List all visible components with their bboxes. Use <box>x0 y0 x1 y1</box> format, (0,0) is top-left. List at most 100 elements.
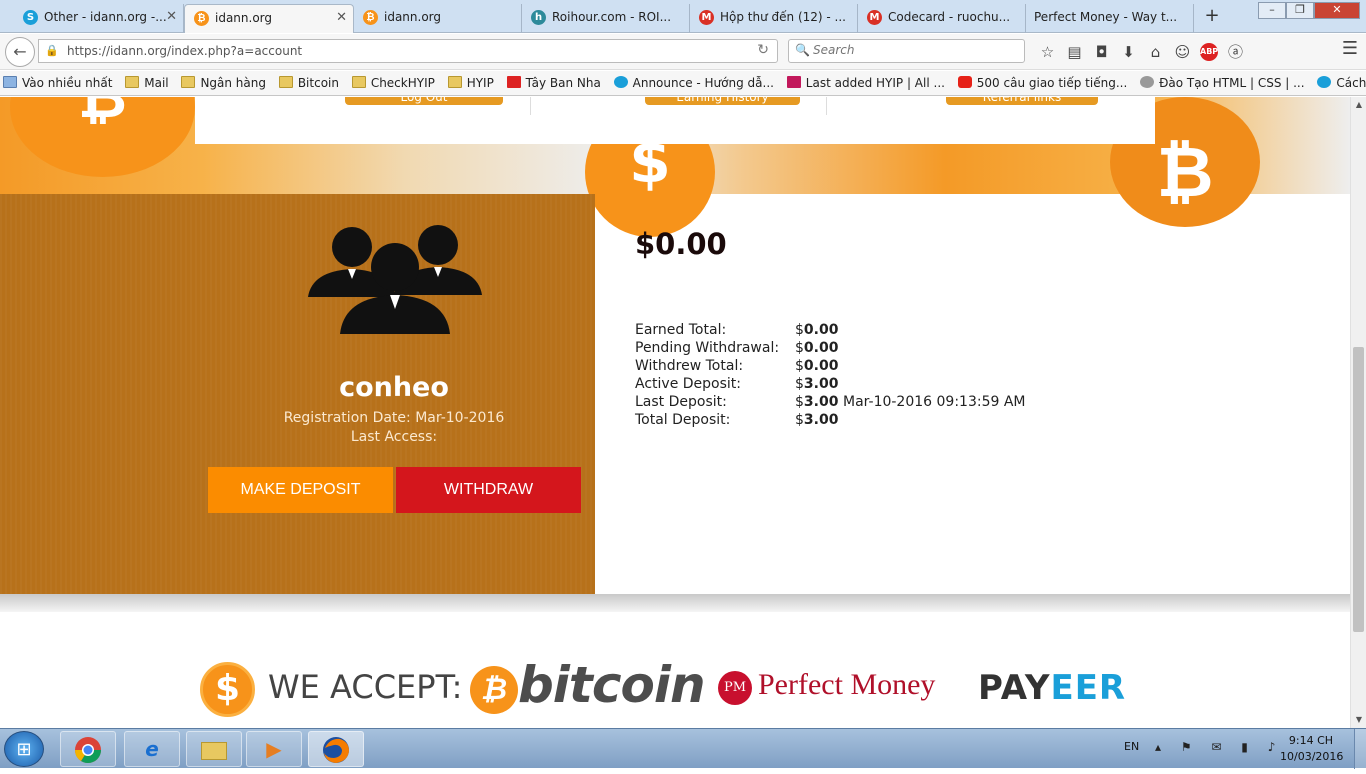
show-desktop-button[interactable] <box>1354 729 1366 769</box>
tab-other-idann[interactable]: S Other - idann.org -... ✕ <box>14 4 184 33</box>
minimize-button[interactable]: – <box>1258 2 1286 19</box>
stat-amount: 0.00 <box>803 358 839 374</box>
bookmark-dao-tao-html[interactable]: Đào Tạo HTML | CSS | ... <box>1137 71 1305 95</box>
tray-icons[interactable]: ▴ ⚑ ✉ ▮ ♪ <box>1155 740 1283 754</box>
extension-icon[interactable]: ⓐ <box>1222 39 1249 65</box>
logout-button[interactable]: Log Out <box>345 97 503 105</box>
search-icon: 🔍 <box>795 43 810 57</box>
new-tab-button[interactable]: + <box>1200 4 1224 30</box>
stat-label: Withdrew Total: <box>635 358 744 374</box>
language-indicator[interactable]: EN <box>1124 740 1139 753</box>
stat-value: $0.00 <box>795 339 838 357</box>
make-deposit-button[interactable]: MAKE DEPOSIT <box>208 467 393 513</box>
stat-value: $3.00 <box>795 375 838 393</box>
withdraw-button[interactable]: WITHDRAW <box>396 467 581 513</box>
home-icon[interactable]: ⌂ <box>1142 39 1169 65</box>
bitcoin-favicon-icon: ₿ <box>363 10 378 25</box>
scroll-down-icon[interactable]: ▼ <box>1351 712 1366 728</box>
start-button[interactable]: ⊞ <box>4 731 44 767</box>
stat-row-active-deposit: Active Deposit: $3.00 <box>635 375 1135 393</box>
bookmarks-bar: Vào nhiều nhất Mail Ngân hàng Bitcoin Ch… <box>0 71 1366 96</box>
search-input[interactable] <box>813 43 1013 57</box>
chat-icon[interactable]: ☺ <box>1169 39 1196 65</box>
bookmark-most-visited[interactable]: Vào nhiều nhất <box>0 71 112 95</box>
tab-idann[interactable]: ₿ idann.org <box>354 4 522 33</box>
explorer-taskbar-icon[interactable] <box>186 731 242 767</box>
bookmark-folder-checkhyip[interactable]: CheckHYIP <box>349 71 435 95</box>
download-icon[interactable]: ⬇ <box>1115 39 1142 65</box>
divider <box>530 97 531 115</box>
stat-currency: $ <box>795 394 804 410</box>
maximize-button[interactable]: ❐ <box>1286 2 1314 19</box>
url-text: https://idann.org/index.php?a=account <box>67 44 303 58</box>
back-button[interactable]: ← <box>5 37 35 67</box>
bookmark-tay-ban-nha[interactable]: Tây Ban Nha <box>504 71 601 95</box>
tab-idann-active[interactable]: ₿ idann.org ✕ <box>184 4 354 33</box>
search-box[interactable]: 🔍 <box>788 39 1025 63</box>
lock-icon: 🔒 <box>45 44 59 57</box>
bookmark-cach-choi-cpm[interactable]: Cách chơi CPM không... <box>1314 71 1366 95</box>
close-window-button[interactable]: ✕ <box>1314 2 1360 19</box>
clock[interactable]: 9:14 CH 10/03/2016 <box>1280 733 1344 765</box>
registration-date: Registration Date: Mar-10-2016 <box>283 410 505 426</box>
close-tab-icon[interactable]: ✕ <box>336 5 347 31</box>
stat-value: $0.00 <box>795 357 838 375</box>
bookmark-last-added-hyip[interactable]: Last added HYIP | All ... <box>784 71 945 95</box>
referral-links-button[interactable]: Referral links <box>946 97 1098 105</box>
tab-gmail-inbox[interactable]: M Hộp thư đến (12) - ... <box>690 4 858 33</box>
stat-currency: $ <box>795 340 804 356</box>
bookmark-folder-mail[interactable]: Mail <box>122 71 169 95</box>
tab-gmail-codecard[interactable]: M Codecard - ruochu... <box>858 4 1026 33</box>
bookmark-500-cau[interactable]: 500 câu giao tiếp tiếng... <box>955 71 1127 95</box>
tab-perfect-money[interactable]: Perfect Money - Way t... <box>1026 4 1194 33</box>
bookmark-announce[interactable]: Announce - Hướng dẫ... <box>611 71 774 95</box>
chrome-taskbar-icon[interactable] <box>60 731 116 767</box>
close-tab-icon[interactable]: ✕ <box>166 4 177 30</box>
windows-taskbar: ⊞ e ▶ EN ▴ ⚑ ✉ ▮ ♪ 9:14 CH 10/03/2016 <box>0 728 1366 769</box>
payment-methods: $ WE ACCEPT: ₿ bitcoin PM Perfect Money … <box>200 656 1140 718</box>
a-icon <box>786 76 801 88</box>
folder-icon <box>278 76 293 88</box>
gmail-favicon-icon: M <box>699 10 714 25</box>
reload-icon[interactable]: ↻ <box>757 42 769 58</box>
scrollbar-thumb[interactable] <box>1353 347 1364 632</box>
stat-row-pending-withdrawal: Pending Withdrawal: $0.00 <box>635 339 1135 357</box>
dollar-coin-icon: $ <box>200 662 255 717</box>
earning-history-button[interactable]: Earning History <box>645 97 800 105</box>
clock-date: 10/03/2016 <box>1280 750 1344 763</box>
tbn-icon <box>506 76 521 88</box>
stat-value: $0.00 <box>795 321 838 339</box>
payeer-pay: PAY <box>978 668 1051 708</box>
reading-list-icon[interactable]: ▤ <box>1061 39 1088 65</box>
roihour-favicon-icon: h <box>531 10 546 25</box>
tab-bar: S Other - idann.org -... ✕ ₿ idann.org ✕… <box>0 0 1366 33</box>
bookmark-folder-bitcoin[interactable]: Bitcoin <box>276 71 339 95</box>
address-bar[interactable]: 🔒 https://idann.org/index.php?a=account … <box>38 39 778 63</box>
stat-value: $3.00 <box>795 393 838 411</box>
stat-amount: 3.00 <box>803 376 839 392</box>
media-player-taskbar-icon[interactable]: ▶ <box>246 731 302 767</box>
pocket-icon[interactable]: ◘ <box>1088 39 1115 65</box>
clock-time: 9:14 CH <box>1288 734 1334 747</box>
stat-row-withdrew-total: Withdrew Total: $0.00 <box>635 357 1135 375</box>
stat-amount: 0.00 <box>803 322 839 338</box>
divider <box>826 97 827 115</box>
tab-roihour[interactable]: h Roihour.com - ROI... <box>522 4 690 33</box>
bookmark-folder-hyip[interactable]: HYIP <box>445 71 494 95</box>
navigation-bar: ← 🔒 https://idann.org/index.php?a=accoun… <box>0 34 1366 70</box>
firefox-taskbar-icon[interactable] <box>308 731 364 767</box>
bookmark-folder-ngan-hang[interactable]: Ngân hàng <box>178 71 266 95</box>
stat-amount: 0.00 <box>803 340 839 356</box>
page-scrollbar[interactable]: ▲ ▼ <box>1350 97 1366 728</box>
folder-icon <box>181 76 196 88</box>
gmail-favicon-icon: M <box>867 10 882 25</box>
stat-currency: $ <box>795 412 804 428</box>
ie-taskbar-icon[interactable]: e <box>124 731 180 767</box>
menu-icon[interactable]: ☰ <box>1342 38 1358 59</box>
scroll-up-icon[interactable]: ▲ <box>1351 97 1366 113</box>
adblock-icon[interactable]: ABP <box>1200 43 1218 61</box>
stat-currency: $ <box>795 322 804 338</box>
s-icon <box>1317 76 1332 88</box>
bitcoin-coin-icon: ₿ <box>10 97 195 177</box>
bookmark-star-icon[interactable]: ☆ <box>1034 39 1061 65</box>
